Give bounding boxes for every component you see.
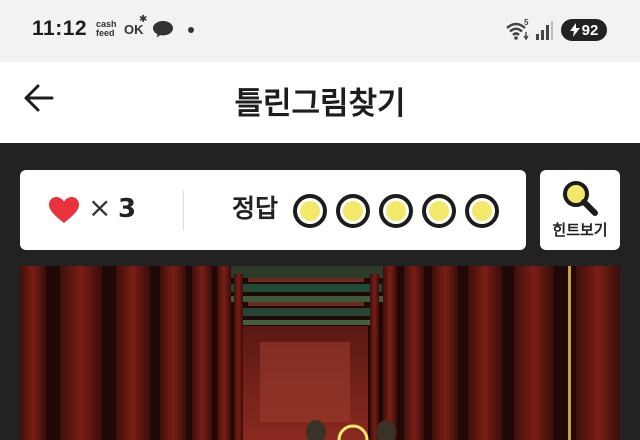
wifi-generation-label: 5 [524,18,529,27]
signal-icon [536,21,553,40]
answer-slot [422,194,456,228]
chat-icon [153,21,173,38]
palace-corridor-photo [20,266,620,440]
game-status-panel: × 3 정답 [20,170,526,250]
puzzle-image[interactable] [20,266,620,440]
divider [183,190,184,230]
battery-icon: 92 [561,19,607,41]
app-bar: 틀린그림찾기 [0,62,640,143]
answer-slot [293,194,327,228]
clock: 11:12 [32,17,88,40]
page-title: 틀린그림찾기 [234,86,406,122]
status-bar: 11:12 cash feed OK ✱ 5 92 [0,0,640,62]
magnifier-icon [563,181,598,216]
spark-icon: ✱ [139,14,148,25]
hint-button[interactable]: 힌트보기 [540,170,620,250]
hint-button-label: 힌트보기 [552,221,608,239]
heart-icon [49,197,79,223]
lives-count: 3 [118,194,137,224]
cashfeed-notification-icon: cash feed [96,19,117,38]
multiply-sign: × [88,191,112,224]
answer-label: 정답 [232,194,279,223]
wifi-icon: 5 [506,18,529,41]
more-notifications-dot [188,27,194,33]
battery-level: 92 [581,21,599,39]
answer-slots [293,194,499,228]
answer-slot [379,194,413,228]
answer-slot [336,194,370,228]
answer-slot [465,194,499,228]
charging-bolt-icon [569,23,580,37]
